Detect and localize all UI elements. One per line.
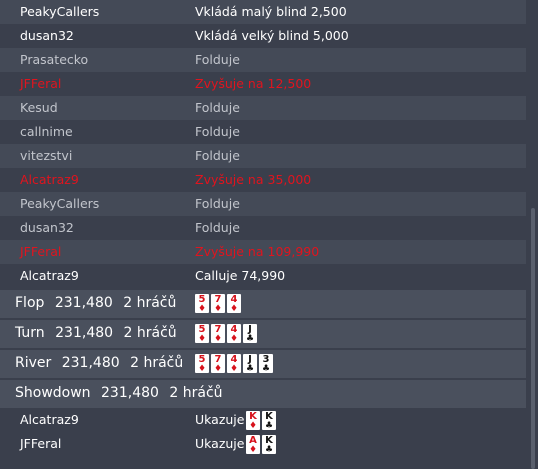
board-cards: 5 ♦ 7 ♦ 4 ♦ J ♣ <box>195 324 257 344</box>
street-flop: Flop 231,480 2 hráčů 5 ♦ 7 ♦ 4 ♦ <box>0 290 526 318</box>
player-action: Folduje <box>195 196 240 211</box>
player-name: dusan32 <box>20 28 74 43</box>
action-row: vitezstvi Folduje <box>0 144 526 168</box>
seven-of-diamonds-icon: 7 ♦ <box>211 294 225 314</box>
street-pot: 231,480 <box>101 385 159 401</box>
player-action: Ukazuje <box>195 412 245 427</box>
player-name: JFFeral <box>20 76 62 91</box>
king-of-clubs-icon: K ♣ <box>262 411 276 431</box>
street-turn-label: Turn 231,480 2 hráčů <box>15 320 183 346</box>
action-row: Alcatraz9 Zvyšuje na 35,000 <box>0 168 526 192</box>
four-of-diamonds-icon: 4 ♦ <box>227 294 241 314</box>
street-players: 2 hráčů <box>130 355 184 371</box>
player-name: Alcatraz9 <box>20 268 79 283</box>
player-action: Ukazuje <box>195 436 245 451</box>
street-flop-label: Flop 231,480 2 hráčů <box>15 290 182 316</box>
action-row: JFFeral Zvyšuje na 109,990 <box>0 240 526 264</box>
street-showdown-label: Showdown 231,480 2 hráčů <box>15 380 229 406</box>
jack-of-clubs-icon: J ♣ <box>243 324 257 344</box>
action-row: Kesud Folduje <box>0 96 526 120</box>
street-name: Turn <box>15 325 45 341</box>
action-row: callnime Folduje <box>0 120 526 144</box>
seven-of-diamonds-icon: 7 ♦ <box>211 324 225 344</box>
action-row: Prasatecko Folduje <box>0 48 526 72</box>
street-name: Showdown <box>15 385 91 401</box>
street-players: 2 hráčů <box>123 325 177 341</box>
hole-cards: K ♦ K ♣ <box>246 411 276 431</box>
jack-of-clubs-icon: J ♣ <box>243 354 257 374</box>
five-of-diamonds-icon: 5 ♦ <box>195 324 209 344</box>
five-of-diamonds-icon: 5 ♦ <box>195 354 209 374</box>
seven-of-diamonds-icon: 7 ♦ <box>211 354 225 374</box>
street-river: River 231,480 2 hráčů 5 ♦ 7 ♦ 4 ♦ J ♣ 3 ♣ <box>0 350 526 378</box>
action-row: PeakyCallers Vkládá malý blind 2,500 <box>0 0 526 24</box>
ace-of-diamonds-icon: A ♦ <box>246 435 260 455</box>
player-name: Alcatraz9 <box>20 172 79 187</box>
player-action: Folduje <box>195 100 240 115</box>
hole-cards: A ♦ K ♣ <box>246 435 276 455</box>
player-action: Folduje <box>195 220 240 235</box>
action-row: dusan32 Vkládá velký blind 5,000 <box>0 24 526 48</box>
street-turn: Turn 231,480 2 hráčů 5 ♦ 7 ♦ 4 ♦ J ♣ <box>0 320 526 348</box>
king-of-diamonds-icon: K ♦ <box>246 411 260 431</box>
showdown-row: JFFeral Ukazuje A ♦ K ♣ <box>0 432 526 456</box>
scrollbar-thumb[interactable] <box>531 208 535 469</box>
showdown-row: Alcatraz9 Ukazuje K ♦ K ♣ <box>0 408 526 432</box>
player-name: callnime <box>20 124 73 139</box>
player-name: Prasatecko <box>20 52 89 67</box>
player-name: vitezstvi <box>20 148 73 163</box>
scrollbar[interactable] <box>526 0 538 469</box>
action-row: JFFeral Zvyšuje na 12,500 <box>0 72 526 96</box>
action-list: PeakyCallers Vkládá malý blind 2,500 dusan… <box>0 0 526 288</box>
street-name: River <box>15 355 52 371</box>
player-name: dusan32 <box>20 220 74 235</box>
street-pot: 231,480 <box>61 355 120 371</box>
player-name: Kesud <box>20 100 58 115</box>
street-pot: 231,480 <box>55 325 114 341</box>
hand-history-log: PeakyCallers Vkládá malý blind 2,500 dusan… <box>0 0 526 456</box>
player-action: Folduje <box>195 52 240 67</box>
street-name: Flop <box>15 295 45 311</box>
street-river-label: River 231,480 2 hráčů <box>15 350 189 376</box>
player-action: Calluje 74,990 <box>195 268 286 283</box>
four-of-diamonds-icon: 4 ♦ <box>227 324 241 344</box>
player-name: JFFeral <box>20 244 62 259</box>
king-of-clubs-icon: K ♣ <box>262 435 276 455</box>
player-action: Vkládá velký blind 5,000 <box>195 28 349 43</box>
player-action: Folduje <box>195 124 240 139</box>
board-cards: 5 ♦ 7 ♦ 4 ♦ J ♣ 3 ♣ <box>195 354 273 374</box>
player-action: Vkládá malý blind 2,500 <box>195 4 347 19</box>
action-row: PeakyCallers Folduje <box>0 192 526 216</box>
player-name: PeakyCallers <box>20 4 100 19</box>
player-name: PeakyCallers <box>20 196 100 211</box>
three-of-clubs-icon: 3 ♣ <box>259 354 273 374</box>
player-name: JFFeral <box>20 436 62 451</box>
street-players: 2 hráčů <box>169 385 223 401</box>
player-action: Zvyšuje na 35,000 <box>195 172 312 187</box>
player-name: Alcatraz9 <box>20 412 79 427</box>
four-of-diamonds-icon: 4 ♦ <box>227 354 241 374</box>
action-row: Alcatraz9 Calluje 74,990 <box>0 264 526 288</box>
player-action: Zvyšuje na 109,990 <box>195 244 320 259</box>
street-players: 2 hráčů <box>123 295 177 311</box>
player-action: Zvyšuje na 12,500 <box>195 76 312 91</box>
street-showdown: Showdown 231,480 2 hráčů <box>0 380 526 408</box>
five-of-diamonds-icon: 5 ♦ <box>195 294 209 314</box>
board-cards: 5 ♦ 7 ♦ 4 ♦ <box>195 294 241 314</box>
showdown-list: Alcatraz9 Ukazuje K ♦ K ♣ JFFeral Ukazuje A ♦ K ♣ <box>0 408 526 456</box>
action-row: dusan32 Folduje <box>0 216 526 240</box>
street-pot: 231,480 <box>54 295 113 311</box>
player-action: Folduje <box>195 148 240 163</box>
